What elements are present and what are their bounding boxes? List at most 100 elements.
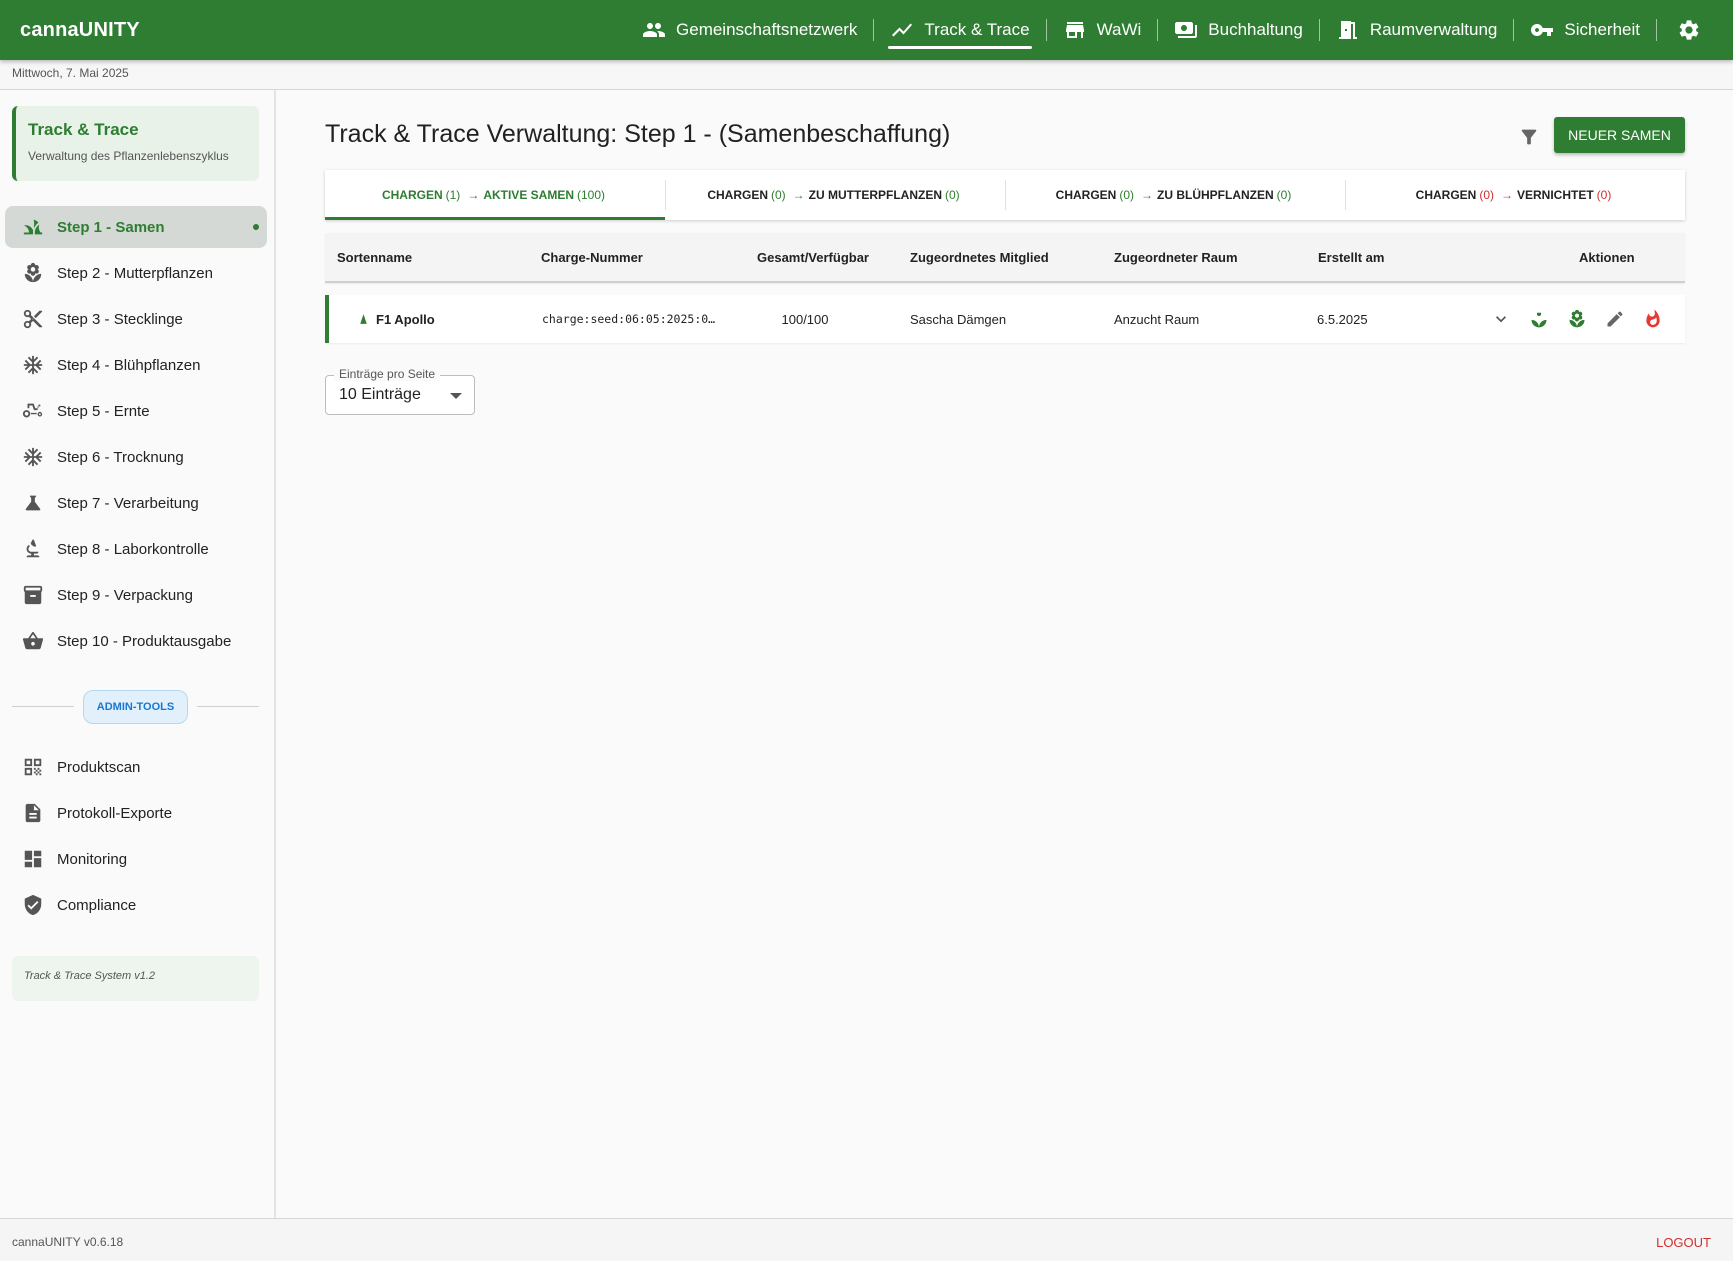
tab-count: (1)	[445, 188, 461, 202]
tab-text: AKTIVE SAMEN	[483, 188, 574, 202]
column-header[interactable]: Zugeordnetes Mitglied	[910, 233, 1049, 281]
nav-label: WaWi	[1096, 20, 1142, 39]
column-header[interactable]: Gesamt/Verfügbar	[757, 233, 869, 281]
new-seed-button[interactable]: NEUER SAMEN	[1554, 117, 1685, 153]
expand-row-button[interactable]	[1489, 307, 1513, 331]
rows-per-page-value: 10 Einträge	[339, 386, 421, 403]
sidebar-item-step-2[interactable]: Step 2 - Mutterpflanzen	[5, 252, 267, 294]
nav-label: Sicherheit	[1564, 20, 1640, 39]
sidebar: Track & Trace Verwaltung des Pflanzenleb…	[0, 90, 276, 1218]
pencil-icon	[1607, 311, 1623, 327]
snowflake-icon	[23, 355, 43, 375]
shield-check-icon	[24, 894, 42, 916]
table-row[interactable]: F1 Apollo charge:seed:06:05:2025:0… 100/…	[325, 295, 1685, 343]
archive-icon	[23, 585, 43, 605]
sidebar-item-step-3[interactable]: Step 3 - Stecklinge	[5, 298, 267, 340]
rows-per-page-label: Einträge pro Seite	[334, 367, 441, 381]
dropdown-caret-icon	[450, 393, 462, 399]
nav-divider	[1513, 19, 1515, 41]
step-label: Step 2 - Mutterpflanzen	[57, 264, 213, 282]
system-version-note: Track & Trace System v1.2	[12, 956, 259, 1001]
convert-to-flower-button[interactable]	[1565, 307, 1589, 331]
tab-count: (0)	[1119, 188, 1134, 202]
arrow-right-icon: →	[1141, 188, 1153, 202]
tab-text: CHARGEN	[381, 188, 443, 202]
sidebar-item-step-7[interactable]: Step 7 - Verarbeitung	[5, 482, 267, 524]
sidebar-item-step-4[interactable]: Step 4 - Blühpflanzen	[5, 344, 267, 386]
sort-name-cell: F1 Apollo	[357, 295, 435, 343]
nav-buchhaltung[interactable]: Buchhaltung	[1164, 0, 1313, 60]
door-icon	[1338, 21, 1357, 39]
flask-icon	[25, 495, 41, 511]
settings-button[interactable]	[1663, 0, 1715, 60]
nav-divider	[1318, 19, 1320, 41]
tab-vernichtet[interactable]: CHARGEN (0) → VERNICHTET (0)	[1345, 170, 1685, 220]
column-header[interactable]: Charge-Nummer	[541, 233, 643, 281]
flower-icon	[1569, 309, 1585, 328]
snowflake-icon	[23, 447, 43, 467]
tab-text: CHARGEN	[1055, 188, 1117, 202]
nav-track-trace[interactable]: Track & Trace	[880, 0, 1039, 60]
logout-button[interactable]: LOGOUT	[1656, 1235, 1711, 1250]
nav-gemeinschaftsnetzwerk[interactable]: Gemeinschaftsnetzwerk	[632, 0, 867, 60]
tool-label: Produktscan	[57, 758, 141, 776]
nav-sicherheit[interactable]: Sicherheit	[1520, 0, 1650, 60]
tab-count: (0)	[945, 188, 960, 202]
assigned-member: Sascha Dämgen	[910, 311, 1007, 327]
sidebar-item-monitoring[interactable]: Monitoring	[5, 838, 267, 880]
nav-divider	[873, 19, 875, 41]
tab-count: (0)	[1276, 188, 1292, 202]
sidebar-subtitle: Verwaltung des Pflanzenlebenszyklus	[28, 149, 229, 163]
sidebar-item-step-9[interactable]: Step 9 - Verpackung	[5, 574, 267, 616]
filter-button[interactable]	[1514, 122, 1544, 152]
step-label: Step 4 - Blühpflanzen	[57, 356, 201, 374]
step-nav-list: Step 1 - Samen Step 2 - Mutterpflanzen S…	[5, 206, 267, 666]
sprout-icon	[1531, 312, 1547, 328]
sidebar-item-step-8[interactable]: Step 8 - Laborkontrolle	[5, 528, 267, 570]
sidebar-item-protokoll-exporte[interactable]: Protokoll-Exporte	[5, 792, 267, 834]
tab-zu-bluehpflanzen[interactable]: CHARGEN (0) → ZU BLÜHPFLANZEN (0)	[1005, 170, 1345, 220]
nav-label: Track & Trace	[924, 20, 1030, 39]
nav-label: Gemeinschaftsnetzwerk	[676, 20, 858, 39]
step-label: Step 10 - Produktausgabe	[57, 632, 232, 650]
admin-tools-list: Produktscan Protokoll-Exporte Monitoring…	[5, 746, 267, 930]
created-date: 6.5.2025	[1317, 311, 1368, 327]
nav-wawi[interactable]: WaWi	[1053, 0, 1152, 60]
step-label: Step 7 - Verarbeitung	[57, 494, 199, 512]
tractor-icon	[22, 403, 43, 418]
column-header[interactable]: Sortenname	[337, 233, 412, 281]
divider-line	[12, 706, 74, 707]
tab-aktive-samen[interactable]: CHARGEN (1) → AKTIVE SAMEN (100)	[325, 170, 665, 220]
table-header: Sortenname Charge-Nummer Gesamt/Verfügba…	[325, 233, 1685, 283]
edit-button[interactable]	[1603, 307, 1627, 331]
tool-label: Protokoll-Exporte	[57, 804, 173, 822]
step-label: Step 9 - Verpackung	[57, 586, 193, 604]
sidebar-item-step-1[interactable]: Step 1 - Samen	[5, 206, 267, 248]
tab-text: ZU MUTTERPFLANZEN	[808, 188, 942, 202]
tab-zu-mutterpflanzen[interactable]: CHARGEN (0) → ZU MUTTERPFLANZEN (0)	[665, 170, 1005, 220]
nav-label: Buchhaltung	[1208, 20, 1303, 39]
admin-tools-chip[interactable]: ADMIN-TOOLS	[83, 690, 188, 724]
sidebar-item-step-5[interactable]: Step 5 - Ernte	[5, 390, 267, 432]
sidebar-title: Track & Trace	[28, 120, 139, 139]
admin-tools-divider: ADMIN-TOOLS	[12, 690, 259, 724]
qr-icon	[24, 758, 42, 776]
sidebar-item-step-6[interactable]: Step 6 - Trocknung	[5, 436, 267, 478]
sort-name: F1 Apollo	[376, 311, 435, 327]
column-header[interactable]: Zugeordneter Raum	[1114, 233, 1238, 281]
rows-per-page-select[interactable]: Einträge pro Seite 10 Einträge	[325, 367, 475, 415]
main-content: Track & Trace Verwaltung: Step 1 - (Same…	[278, 90, 1733, 1218]
brand-logo[interactable]: cannaUNITY	[20, 19, 140, 42]
column-header[interactable]: Erstellt am	[1318, 233, 1384, 281]
convert-to-mother-button[interactable]	[1527, 307, 1551, 331]
chevron-down-icon	[1496, 316, 1506, 323]
filter-icon	[1521, 129, 1537, 145]
basket-icon	[22, 631, 44, 650]
destroy-button[interactable]	[1641, 307, 1665, 331]
nav-raumverwaltung[interactable]: Raumverwaltung	[1326, 0, 1508, 60]
sidebar-item-produktscan[interactable]: Produktscan	[5, 746, 267, 788]
sidebar-item-compliance[interactable]: Compliance	[5, 884, 267, 926]
nav-label: Raumverwaltung	[1369, 20, 1498, 39]
sidebar-item-step-10[interactable]: Step 10 - Produktausgabe	[5, 620, 267, 662]
seedling-icon	[360, 313, 367, 324]
